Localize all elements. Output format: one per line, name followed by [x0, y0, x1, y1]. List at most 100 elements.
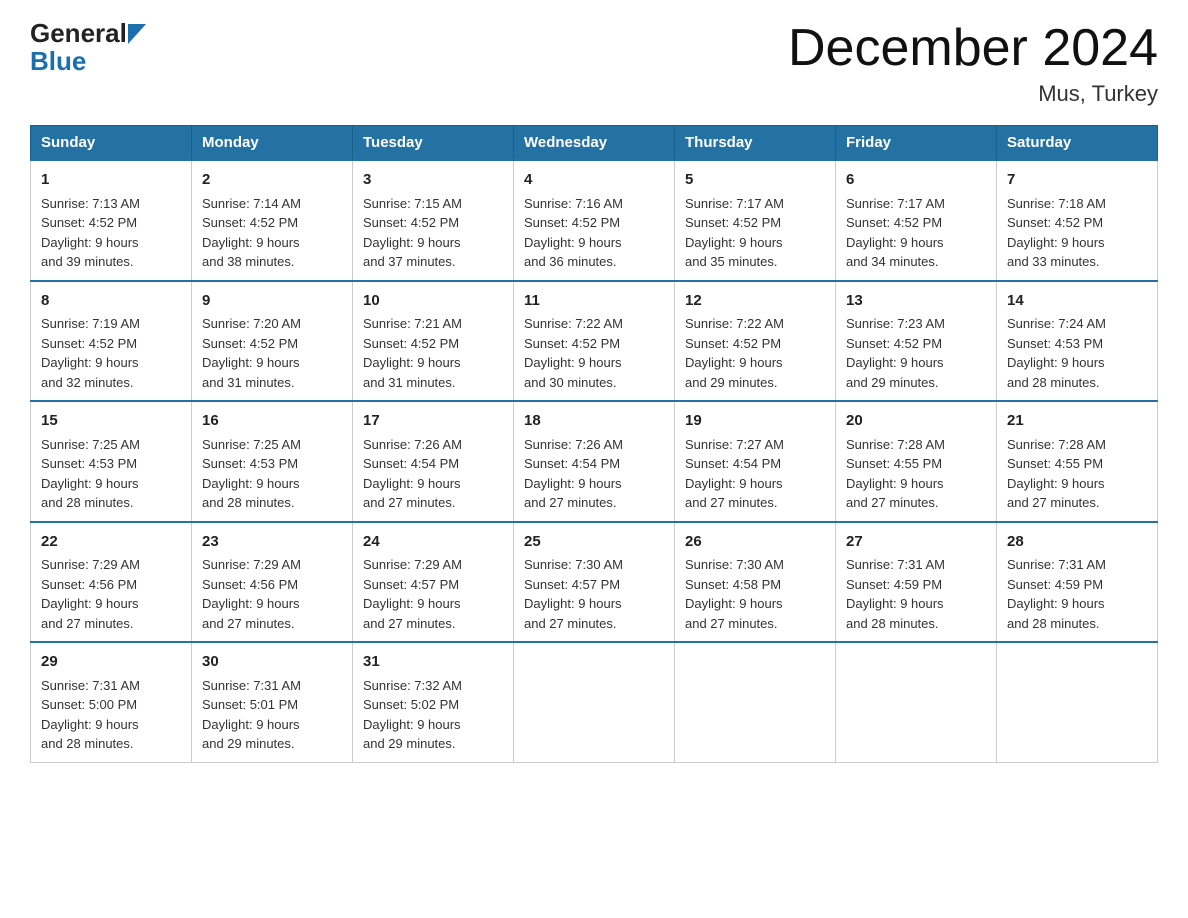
daylight-label: Daylight: 9 hours	[202, 355, 300, 370]
day-number: 29	[41, 651, 181, 674]
sunset-label: Sunset: 4:59 PM	[1007, 577, 1103, 592]
daylight-label: Daylight: 9 hours	[202, 476, 300, 491]
daylight-minutes: and 29 minutes.	[202, 736, 295, 751]
calendar-cell: 14Sunrise: 7:24 AMSunset: 4:53 PMDayligh…	[997, 281, 1158, 402]
sunrise-label: Sunrise: 7:21 AM	[363, 316, 462, 331]
sunset-label: Sunset: 4:55 PM	[846, 456, 942, 471]
daylight-label: Daylight: 9 hours	[363, 355, 461, 370]
daylight-label: Daylight: 9 hours	[846, 596, 944, 611]
sunset-label: Sunset: 4:52 PM	[1007, 215, 1103, 230]
sunset-label: Sunset: 4:52 PM	[41, 215, 137, 230]
daylight-minutes: and 35 minutes.	[685, 254, 778, 269]
daylight-label: Daylight: 9 hours	[846, 476, 944, 491]
sunrise-label: Sunrise: 7:17 AM	[846, 196, 945, 211]
daylight-label: Daylight: 9 hours	[202, 596, 300, 611]
calendar-cell: 11Sunrise: 7:22 AMSunset: 4:52 PMDayligh…	[514, 281, 675, 402]
calendar-table: SundayMondayTuesdayWednesdayThursdayFrid…	[30, 125, 1158, 763]
day-number: 14	[1007, 290, 1147, 313]
logo: General Blue	[30, 20, 146, 77]
sunset-label: Sunset: 4:55 PM	[1007, 456, 1103, 471]
daylight-minutes: and 27 minutes.	[524, 495, 617, 510]
sunset-label: Sunset: 4:53 PM	[1007, 336, 1103, 351]
daylight-minutes: and 27 minutes.	[363, 495, 456, 510]
daylight-minutes: and 29 minutes.	[685, 375, 778, 390]
calendar-cell	[514, 642, 675, 762]
daylight-label: Daylight: 9 hours	[524, 476, 622, 491]
calendar-week-row: 29Sunrise: 7:31 AMSunset: 5:00 PMDayligh…	[31, 642, 1158, 762]
daylight-minutes: and 28 minutes.	[202, 495, 295, 510]
day-number: 9	[202, 290, 342, 313]
daylight-minutes: and 29 minutes.	[363, 736, 456, 751]
calendar-cell: 26Sunrise: 7:30 AMSunset: 4:58 PMDayligh…	[675, 522, 836, 643]
calendar-cell: 20Sunrise: 7:28 AMSunset: 4:55 PMDayligh…	[836, 401, 997, 522]
sunrise-label: Sunrise: 7:31 AM	[846, 557, 945, 572]
daylight-label: Daylight: 9 hours	[1007, 596, 1105, 611]
sunset-label: Sunset: 4:52 PM	[846, 215, 942, 230]
sunrise-label: Sunrise: 7:30 AM	[685, 557, 784, 572]
daylight-label: Daylight: 9 hours	[524, 596, 622, 611]
daylight-label: Daylight: 9 hours	[1007, 476, 1105, 491]
sunrise-label: Sunrise: 7:32 AM	[363, 678, 462, 693]
column-header-friday: Friday	[836, 126, 997, 161]
daylight-label: Daylight: 9 hours	[363, 476, 461, 491]
logo-general-text: General	[30, 20, 127, 46]
sunrise-label: Sunrise: 7:29 AM	[363, 557, 462, 572]
day-number: 16	[202, 410, 342, 433]
day-number: 21	[1007, 410, 1147, 433]
sunset-label: Sunset: 4:53 PM	[41, 456, 137, 471]
daylight-minutes: and 27 minutes.	[685, 495, 778, 510]
location: Mus, Turkey	[788, 81, 1158, 107]
calendar-cell: 27Sunrise: 7:31 AMSunset: 4:59 PMDayligh…	[836, 522, 997, 643]
calendar-cell: 22Sunrise: 7:29 AMSunset: 4:56 PMDayligh…	[31, 522, 192, 643]
daylight-minutes: and 27 minutes.	[41, 616, 134, 631]
daylight-label: Daylight: 9 hours	[363, 235, 461, 250]
column-header-sunday: Sunday	[31, 126, 192, 161]
day-number: 1	[41, 169, 181, 192]
sunset-label: Sunset: 4:56 PM	[41, 577, 137, 592]
sunset-label: Sunset: 4:52 PM	[685, 215, 781, 230]
sunset-label: Sunset: 4:53 PM	[202, 456, 298, 471]
sunset-label: Sunset: 4:59 PM	[846, 577, 942, 592]
sunset-label: Sunset: 4:52 PM	[524, 215, 620, 230]
calendar-cell: 2Sunrise: 7:14 AMSunset: 4:52 PMDaylight…	[192, 160, 353, 281]
calendar-header-row: SundayMondayTuesdayWednesdayThursdayFrid…	[31, 126, 1158, 161]
sunrise-label: Sunrise: 7:31 AM	[1007, 557, 1106, 572]
sunset-label: Sunset: 4:52 PM	[846, 336, 942, 351]
sunset-label: Sunset: 4:54 PM	[524, 456, 620, 471]
sunrise-label: Sunrise: 7:29 AM	[202, 557, 301, 572]
daylight-minutes: and 37 minutes.	[363, 254, 456, 269]
daylight-minutes: and 38 minutes.	[202, 254, 295, 269]
daylight-minutes: and 28 minutes.	[1007, 616, 1100, 631]
daylight-minutes: and 27 minutes.	[524, 616, 617, 631]
sunrise-label: Sunrise: 7:27 AM	[685, 437, 784, 452]
daylight-minutes: and 32 minutes.	[41, 375, 134, 390]
day-number: 12	[685, 290, 825, 313]
calendar-cell: 24Sunrise: 7:29 AMSunset: 4:57 PMDayligh…	[353, 522, 514, 643]
daylight-minutes: and 28 minutes.	[846, 616, 939, 631]
sunset-label: Sunset: 4:52 PM	[363, 336, 459, 351]
daylight-minutes: and 28 minutes.	[1007, 375, 1100, 390]
sunrise-label: Sunrise: 7:17 AM	[685, 196, 784, 211]
day-number: 18	[524, 410, 664, 433]
daylight-minutes: and 33 minutes.	[1007, 254, 1100, 269]
sunrise-label: Sunrise: 7:16 AM	[524, 196, 623, 211]
month-title: December 2024	[788, 20, 1158, 77]
calendar-week-row: 22Sunrise: 7:29 AMSunset: 4:56 PMDayligh…	[31, 522, 1158, 643]
calendar-week-row: 8Sunrise: 7:19 AMSunset: 4:52 PMDaylight…	[31, 281, 1158, 402]
calendar-cell: 28Sunrise: 7:31 AMSunset: 4:59 PMDayligh…	[997, 522, 1158, 643]
day-number: 10	[363, 290, 503, 313]
calendar-cell: 30Sunrise: 7:31 AMSunset: 5:01 PMDayligh…	[192, 642, 353, 762]
daylight-label: Daylight: 9 hours	[846, 235, 944, 250]
day-number: 25	[524, 531, 664, 554]
sunset-label: Sunset: 4:52 PM	[363, 215, 459, 230]
logo-blue-text: Blue	[30, 46, 86, 77]
daylight-minutes: and 27 minutes.	[202, 616, 295, 631]
sunset-label: Sunset: 5:00 PM	[41, 697, 137, 712]
sunset-label: Sunset: 4:52 PM	[202, 336, 298, 351]
sunset-label: Sunset: 4:52 PM	[524, 336, 620, 351]
calendar-cell: 19Sunrise: 7:27 AMSunset: 4:54 PMDayligh…	[675, 401, 836, 522]
sunset-label: Sunset: 4:52 PM	[685, 336, 781, 351]
day-number: 15	[41, 410, 181, 433]
sunset-label: Sunset: 4:56 PM	[202, 577, 298, 592]
sunrise-label: Sunrise: 7:24 AM	[1007, 316, 1106, 331]
